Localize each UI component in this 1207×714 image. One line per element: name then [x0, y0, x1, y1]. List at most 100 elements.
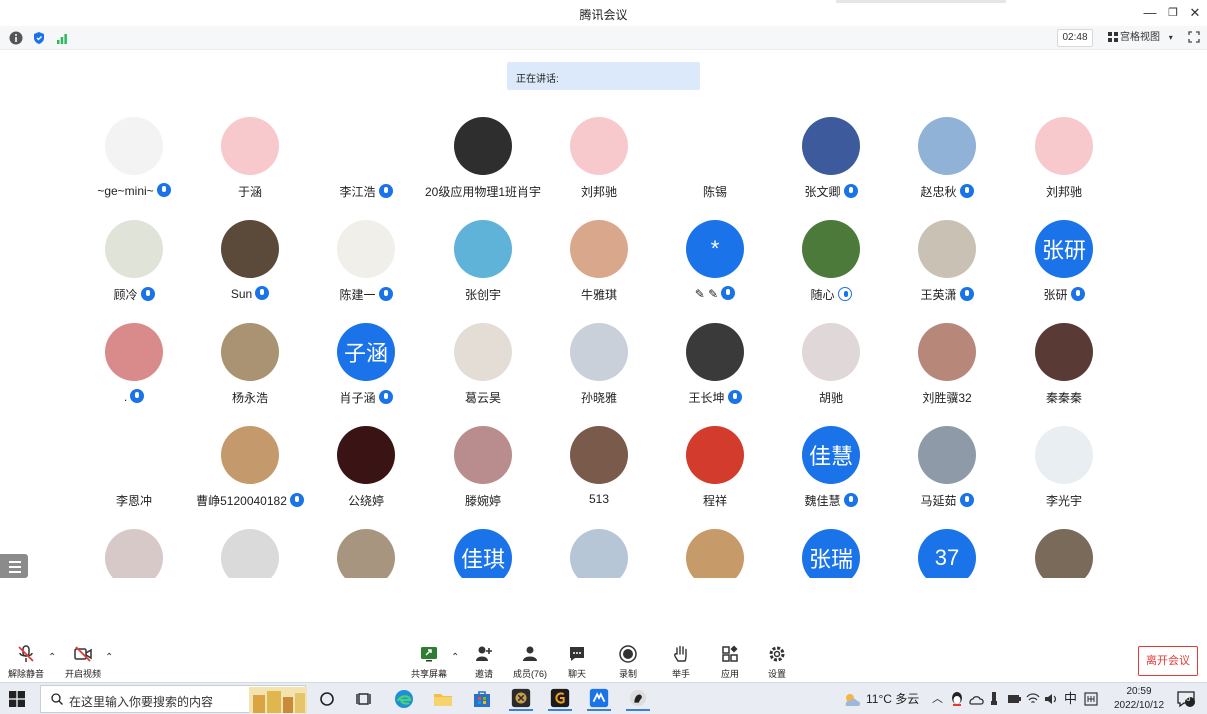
participant-tile[interactable]: 513 [541, 417, 657, 520]
share-screen-button[interactable]: 共享屏幕 [407, 644, 451, 680]
close-button[interactable]: ✕ [1184, 3, 1206, 23]
battery-tray-icon[interactable] [1007, 692, 1021, 706]
participant-tile[interactable]: Sun [192, 211, 308, 314]
participant-name: . [123, 390, 128, 404]
windows-start-icon[interactable] [9, 691, 25, 707]
participant-tile[interactable]: 张创宇 [425, 211, 541, 314]
signal-icon[interactable] [55, 31, 69, 45]
participant-tile[interactable]: 秦秦秦 [1006, 314, 1122, 417]
participant-tile[interactable]: 佳慧 魏佳慧 [773, 417, 889, 520]
participant-tile[interactable] [76, 520, 192, 578]
participant-tile[interactable]: 马延茹 [889, 417, 1005, 520]
qq-tray-icon[interactable] [950, 691, 964, 707]
fullscreen-icon[interactable] [1188, 31, 1200, 43]
restore-button[interactable]: ❐ [1162, 3, 1184, 23]
tray-expand-icon[interactable]: ︿ [932, 683, 943, 714]
invite-button[interactable]: 邀请 [462, 644, 506, 680]
record-button[interactable]: 录制 [606, 644, 650, 680]
participant-tile[interactable]: ~ge~mini~ [76, 108, 192, 211]
participant-tile[interactable] [657, 520, 773, 578]
side-panel-toggle[interactable] [0, 554, 28, 578]
participant-tile[interactable]: 37 [889, 520, 1005, 578]
usb-tray-icon[interactable] [989, 691, 999, 707]
participant-avatar [454, 323, 512, 381]
participant-tile[interactable]: 胡驰 [773, 314, 889, 417]
settings-button[interactable]: 设置 [755, 644, 799, 680]
participant-tile[interactable]: 于涵 [192, 108, 308, 211]
members-button[interactable]: 成员(76) [508, 644, 552, 680]
participant-tile[interactable]: 程祥 [657, 417, 773, 520]
participant-tile[interactable]: 子涵 肖子涵 [308, 314, 424, 417]
participant-tile[interactable]: 王长坤 [657, 314, 773, 417]
active-speaker-banner: 正在讲话: [507, 62, 700, 90]
info-icon[interactable] [9, 31, 23, 45]
participant-avatar [454, 220, 512, 278]
participant-tile[interactable]: 王英潇 [889, 211, 1005, 314]
participant-tile[interactable]: 张文卿 [773, 108, 889, 211]
start-video-button[interactable]: 开启视频 [61, 644, 105, 680]
minimize-button[interactable]: — [1139, 3, 1161, 23]
unmute-button[interactable]: 解除静音 [4, 644, 48, 680]
apps-button[interactable]: 应用 [708, 644, 752, 680]
weather-text[interactable]: 11°C 多云 [866, 683, 919, 714]
leave-meeting-button[interactable]: 离开会议 [1138, 646, 1198, 676]
avatar-app-icon[interactable] [626, 687, 650, 711]
participant-tile[interactable]: 曹峥5120040182 [192, 417, 308, 520]
participant-tile[interactable] [541, 520, 657, 578]
shield-icon[interactable] [32, 31, 46, 45]
participant-tile[interactable]: 20级应用物理1班肖宇 [425, 108, 541, 211]
participant-tile[interactable]: . [76, 314, 192, 417]
participant-tile[interactable]: 李恩冲 [76, 417, 192, 520]
participant-tile[interactable]: 牛雅琪 [541, 211, 657, 314]
g-app-icon[interactable] [548, 687, 572, 711]
participant-tile[interactable]: 公绕婷 [308, 417, 424, 520]
participant-tile[interactable]: 李光宇 [1006, 417, 1122, 520]
participant-tile[interactable] [308, 520, 424, 578]
participant-name-row: 李恩冲 [76, 492, 192, 509]
file-explorer-icon[interactable] [431, 687, 455, 711]
participant-tile[interactable]: * ✎ ✎ [657, 211, 773, 314]
raise-hand-button[interactable]: 举手 [659, 644, 703, 680]
cloud-tray-icon[interactable] [968, 692, 984, 706]
volume-tray-icon[interactable] [1043, 692, 1059, 706]
participant-tile[interactable]: 杨永浩 [192, 314, 308, 417]
taskbar-clock[interactable]: 20:59 2022/10/12 [1108, 685, 1170, 713]
chat-button[interactable]: 聊天 [555, 644, 599, 680]
share-options-caret[interactable]: ⌃ [451, 652, 459, 663]
audio-options-caret[interactable]: ⌃ [48, 652, 56, 663]
tencent-meeting-icon[interactable] [587, 687, 611, 711]
participant-tile[interactable]: 赵忠秋 [889, 108, 1005, 211]
participant-tile[interactable]: 佳琪 [425, 520, 541, 578]
participant-tile[interactable]: 李江浩 [308, 108, 424, 211]
wifi-tray-icon[interactable] [1026, 692, 1040, 706]
task-view-circle-icon[interactable] [315, 687, 339, 711]
taskbar-search-input[interactable]: 在这里输入你要搜索的内容 [40, 685, 307, 713]
participant-tile[interactable]: 孙晓雅 [541, 314, 657, 417]
participant-tile[interactable]: 滕婉婷 [425, 417, 541, 520]
participant-avatar [918, 220, 976, 278]
participant-name: 孙晓雅 [580, 391, 617, 405]
keyboard-tray-icon[interactable] [1084, 692, 1098, 706]
participant-tile[interactable]: 陈建一 [308, 211, 424, 314]
ime-indicator[interactable]: 中 [1064, 683, 1077, 714]
participant-tile[interactable]: 张研 张研 [1006, 211, 1122, 314]
participant-tile[interactable]: 刘邦驰 [1006, 108, 1122, 211]
participant-tile[interactable]: 刘邦驰 [541, 108, 657, 211]
participant-tile[interactable]: 张瑞 [773, 520, 889, 578]
participant-avatar [802, 220, 860, 278]
participant-tile[interactable]: 刘胜骥32 [889, 314, 1005, 417]
weather-cloud-icon[interactable] [840, 688, 864, 712]
participant-tile[interactable]: 顾冷 [76, 211, 192, 314]
participant-tile[interactable]: 葛云昊 [425, 314, 541, 417]
game-app-icon[interactable] [509, 687, 533, 711]
participant-tile[interactable] [192, 520, 308, 578]
participant-tile[interactable]: 随心 [773, 211, 889, 314]
view-mode-button[interactable]: 宫格视图 ▾ [1104, 29, 1178, 47]
participant-tile[interactable] [1006, 520, 1122, 578]
mic-muted-icon [18, 645, 34, 662]
edge-browser-icon[interactable] [392, 687, 416, 711]
participant-tile[interactable]: 陈锡 [657, 108, 773, 211]
video-options-caret[interactable]: ⌃ [105, 652, 113, 663]
task-view-icon[interactable] [353, 687, 377, 711]
store-icon[interactable] [470, 687, 494, 711]
